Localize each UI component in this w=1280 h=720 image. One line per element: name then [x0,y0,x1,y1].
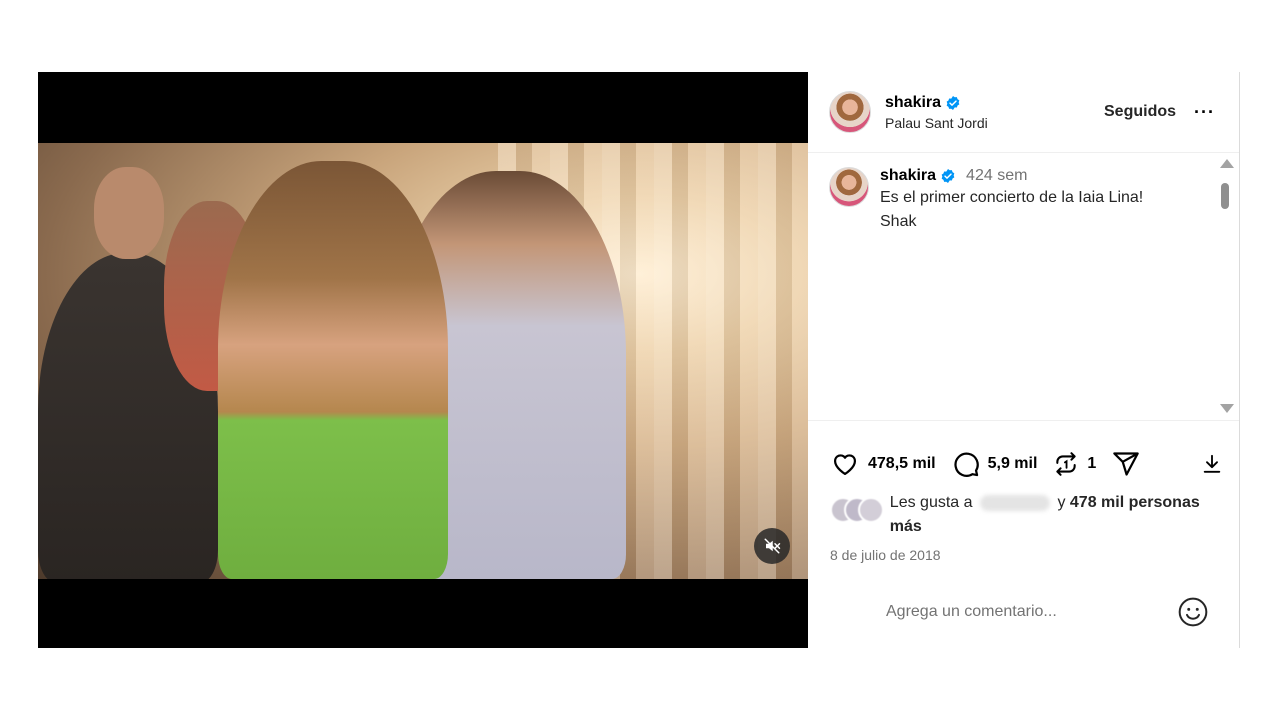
post-date[interactable]: 8 de julio de 2018 [808,539,1239,563]
comment-input[interactable] [886,603,1177,621]
username-link[interactable]: shakira [885,94,941,112]
repost-button[interactable]: 1 [1053,451,1096,477]
scroll-up-arrow-icon[interactable] [1220,159,1234,168]
avatar [858,497,884,523]
caption-line-2: Shak [880,213,917,230]
man-head [94,167,164,259]
scroll-down-arrow-icon[interactable] [1220,404,1234,413]
user-row: shakira [885,94,1104,112]
download-button[interactable] [1201,453,1223,475]
likes-summary: Les gusta a y 478 mil personas más [808,491,1239,539]
scroll-thumb[interactable] [1221,183,1229,209]
verified-badge-icon [946,95,960,110]
muted-speaker-icon [764,538,781,554]
action-bar: 478,5 mil 5,9 mil 1 [808,421,1239,487]
share-button[interactable] [1112,450,1140,478]
caption-username[interactable]: shakira [880,167,936,185]
reposts-count: 1 [1087,455,1097,472]
heart-icon [833,454,857,476]
comment-box [808,576,1239,648]
avatar[interactable] [829,91,871,133]
likes-connector: y [1057,494,1066,511]
caption-header: shakira 424 sem [880,167,1209,185]
caption: shakira 424 sem Es el primer concierto d… [829,167,1209,233]
video-frame[interactable] [38,143,808,579]
caption-body: shakira 424 sem Es el primer concierto d… [880,167,1209,233]
liker-avatars[interactable] [830,497,886,523]
verified-badge-icon [941,169,955,183]
comment-bubble-icon [954,452,979,477]
like-button[interactable]: 478,5 mil [830,450,936,478]
likes-text: Les gusta a y 478 mil personas más [890,491,1223,539]
comment-button[interactable]: 5,9 mil [952,450,1038,478]
repost-icon [1056,452,1077,476]
singer-figure [218,161,448,579]
smiley-icon[interactable] [1177,596,1209,628]
comments-scrollbar[interactable] [1217,157,1234,415]
comments-count: 5,9 mil [987,455,1038,472]
download-icon [1203,454,1221,473]
likes-count: 478,5 mil [868,455,936,472]
post-side-panel: shakira Palau Sant Jordi Seguidos ··· sh… [808,72,1240,648]
avatar[interactable] [829,167,869,207]
header-text: shakira Palau Sant Jordi [885,94,1104,131]
likes-prefix: Les gusta a [889,494,973,511]
post-dialog: shakira Palau Sant Jordi Seguidos ··· sh… [38,72,1240,648]
blurred-username[interactable] [979,494,1050,511]
more-options-icon[interactable]: ··· [1194,103,1215,121]
send-icon [1113,452,1140,476]
post-header: shakira Palau Sant Jordi Seguidos ··· [808,72,1239,153]
location-link[interactable]: Palau Sant Jordi [885,115,1104,131]
following-button[interactable]: Seguidos [1104,103,1176,121]
caption-line-1: Es el primer concierto de la Iaia Lina! [880,189,1144,206]
post-age[interactable]: 424 sem [966,167,1027,185]
comments-section[interactable]: shakira 424 sem Es el primer concierto d… [808,153,1239,421]
video-player[interactable] [38,72,808,648]
mute-button[interactable] [754,528,790,564]
